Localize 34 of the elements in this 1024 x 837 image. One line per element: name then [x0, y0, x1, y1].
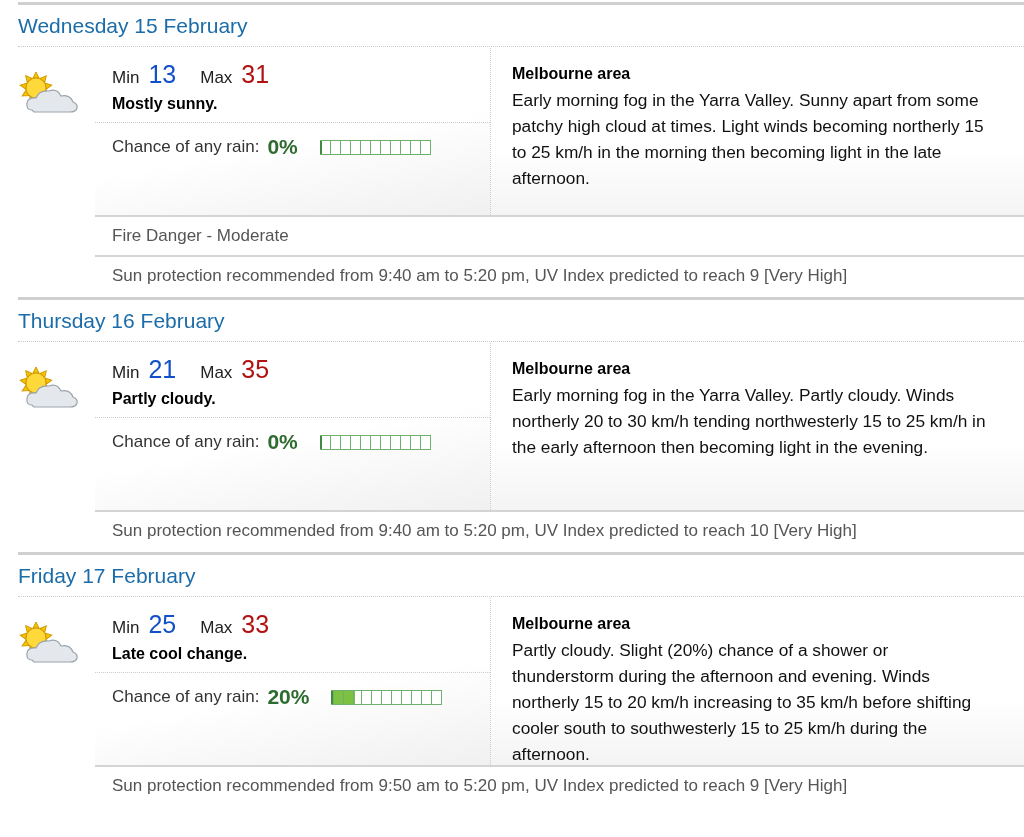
min-temperature: 21 [148, 355, 177, 384]
max-temperature: 33 [241, 610, 270, 639]
min-temperature: 25 [148, 610, 177, 639]
rain-label: Chance of any rain: [112, 137, 260, 157]
area-heading: Melbourne area [512, 65, 632, 83]
day-title: Friday 17 February [18, 555, 1024, 597]
forecast-note: Sun protection recommended from 9:40 am to 5:20 pm, UV Index predicted to reach 9 [Very High] [95, 255, 1024, 295]
forecast-text: Partly cloudy. Slight (20%) chance of a shower or thunderstorm during the afternoon and evening. Winds northerly 15 to 20 km/h increasing to 35 km/h before shifting cooler south to southwesterly 15 to 25 km/h during the afternoon. [512, 639, 973, 766]
forecast-note: Fire Danger - Moderate [95, 215, 1024, 255]
sun-cloud-icon [18, 70, 80, 116]
min-temperature: 13 [148, 60, 177, 89]
max-label: Max [200, 363, 233, 383]
area-heading: Melbourne area [512, 615, 632, 633]
min-label: Min [112, 618, 140, 638]
max-temperature: 31 [241, 60, 270, 89]
max-temperature: 35 [241, 355, 270, 384]
day-title: Thursday 16 February [18, 300, 1024, 342]
rain-label: Chance of any rain: [112, 687, 260, 707]
rain-chance: 0% [267, 430, 298, 454]
forecast-note: Sun protection recommended from 9:50 am to 5:20 pm, UV Index predicted to reach 9 [Very High] [95, 765, 1024, 805]
area-heading: Melbourne area [512, 360, 632, 378]
forecast-text: Early morning fog in the Yarra Valley. Partly cloudy. Winds northerly 20 to 30 km/h tending northwesterly 15 to 25 km/h in the early afternoon then becoming light in the evening. [512, 384, 987, 459]
sun-cloud-icon [18, 620, 80, 666]
min-label: Min [112, 363, 140, 383]
forecast-text: Early morning fog in the Yarra Valley. Sunny apart from some patchy high cloud at times. Light winds becoming northerly 15 to 25 km/h in the morning then becoming light in the late afternoon. [512, 89, 985, 190]
day-title: Wednesday 15 February [18, 5, 1024, 47]
max-label: Max [200, 68, 233, 88]
forecast-note: Sun protection recommended from 9:40 am to 5:20 pm, UV Index predicted to reach 10 [Very High] [95, 510, 1024, 550]
sun-cloud-icon [18, 365, 80, 411]
min-label: Min [112, 68, 140, 88]
rain-label: Chance of any rain: [112, 432, 260, 452]
max-label: Max [200, 618, 233, 638]
rain-chance: 0% [267, 135, 298, 159]
rain-chance: 20% [267, 685, 310, 709]
